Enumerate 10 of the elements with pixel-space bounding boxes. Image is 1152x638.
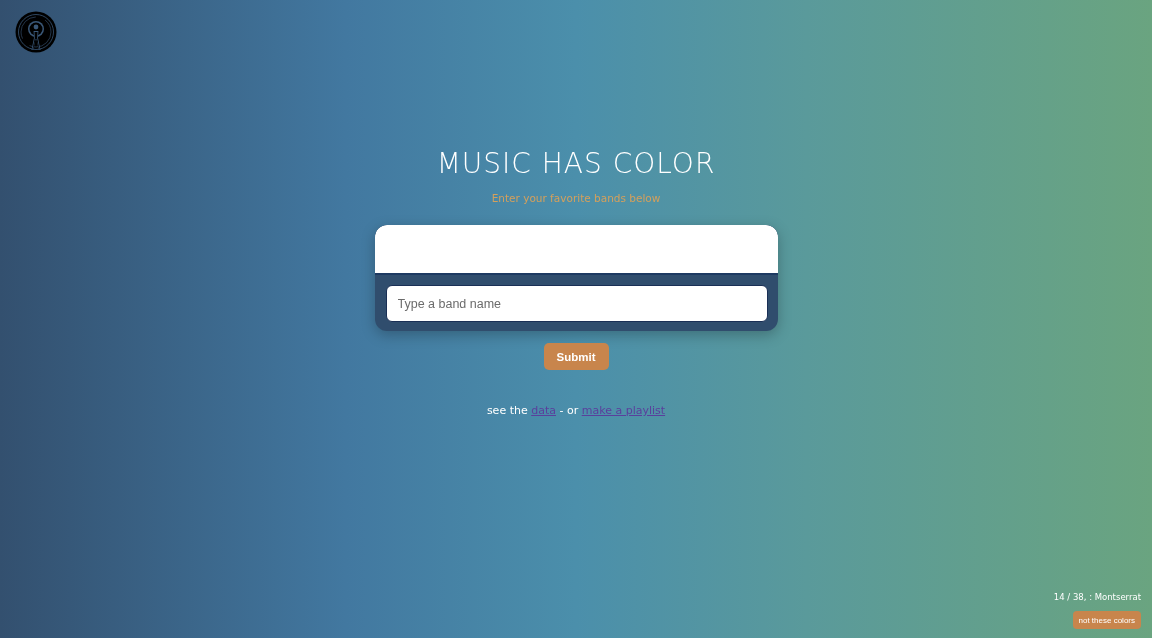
band-name-input[interactable]: Type a band name <box>385 285 768 322</box>
font-info-text: 14 / 38, : Montserrat <box>1053 591 1141 603</box>
record-figure-logo-icon[interactable] <box>15 11 57 53</box>
submit-button[interactable]: Submit <box>543 343 609 370</box>
page-subtitle: Enter your favorite bands below <box>491 191 661 205</box>
playlist-link[interactable]: make a playlist <box>581 404 666 417</box>
change-colors-button[interactable]: not these colors <box>1072 611 1141 629</box>
links-sentence: see the data - or make a playlist <box>486 404 666 418</box>
data-link[interactable]: data <box>531 404 556 417</box>
page-title: MUSIC HAS COLOR <box>436 146 716 182</box>
